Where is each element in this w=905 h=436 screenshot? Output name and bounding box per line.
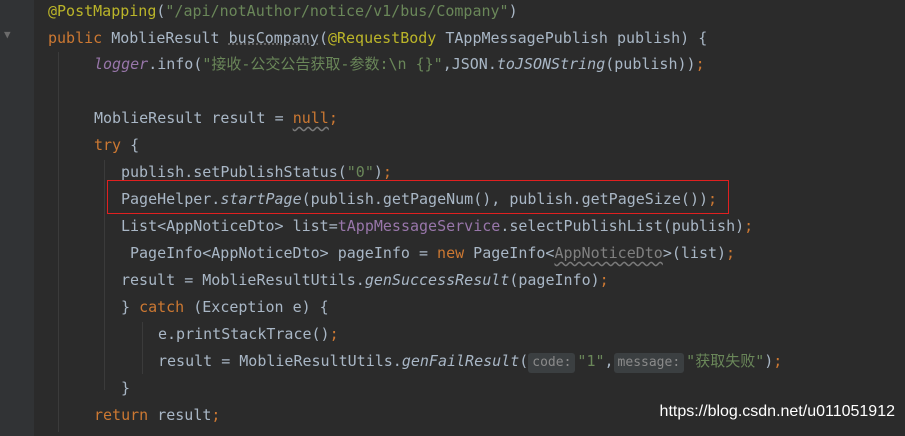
code-line-15[interactable]: } [0, 375, 905, 402]
watermark: https://blog.csdn.net/u011051912 [659, 403, 895, 420]
code-line-11[interactable]: result = MoblieResultUtils.genSuccessRes… [0, 267, 905, 294]
param-hint-message: message: [613, 353, 685, 373]
code-editor[interactable]: ▼ @PostMapping("/api/notAuthor/notice/v1… [0, 0, 905, 436]
code-line-10[interactable]: PageInfo<AppNoticeDto> pageInfo = new Pa… [0, 240, 905, 267]
code-line-13[interactable]: e.printStackTrace(); [0, 321, 905, 348]
code-line-12[interactable]: } catch (Exception e) { [0, 294, 905, 321]
code-line-6[interactable]: try { [0, 132, 905, 159]
code-line-9[interactable]: List<AppNoticeDto> list=tAppMessageServi… [0, 213, 905, 240]
code-line-1[interactable]: @PostMapping("/api/notAuthor/notice/v1/b… [0, 0, 905, 25]
code-line-2[interactable]: public MoblieResult busCompany(@RequestB… [0, 25, 905, 52]
code-line-14[interactable]: result = MoblieResultUtils.genFailResult… [0, 348, 905, 375]
param-hint-code: code: [528, 353, 576, 373]
highlight-box [107, 180, 729, 214]
code-line-5[interactable]: MoblieResult result = null; [0, 105, 905, 132]
code-line-3[interactable]: logger.info("接收-公交公告获取-参数:\n {}",JSON.to… [0, 51, 905, 78]
